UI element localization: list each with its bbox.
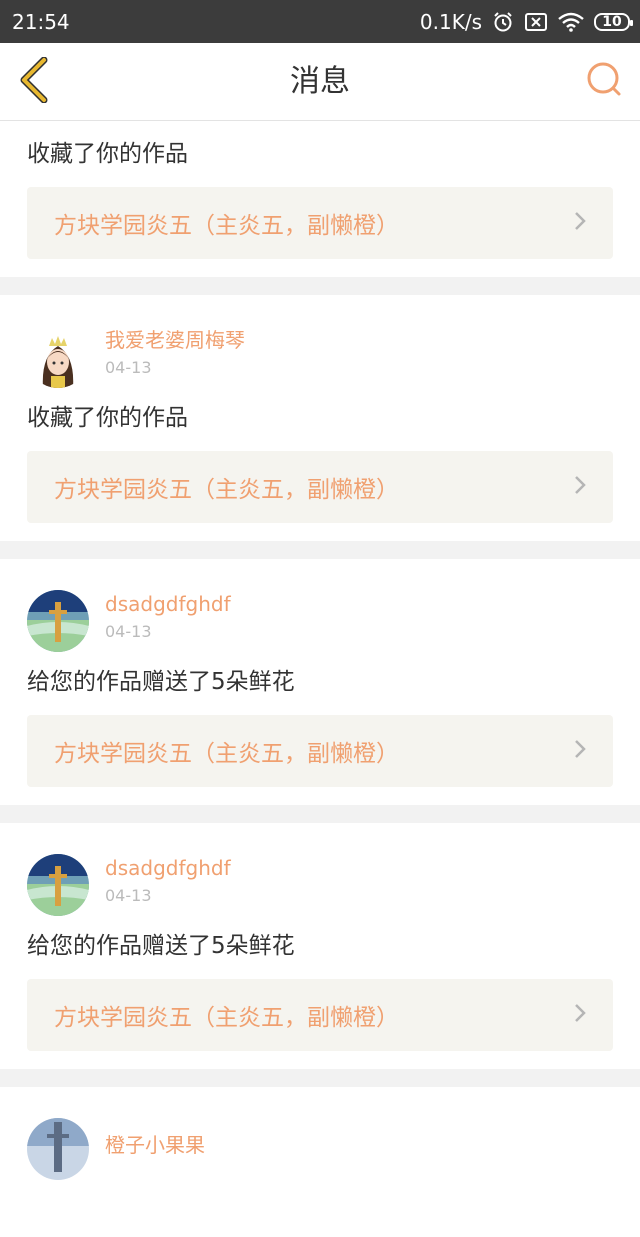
avatar[interactable]	[27, 854, 89, 916]
chevron-right-icon	[573, 474, 587, 500]
network-speed: 0.1K/s	[419, 9, 482, 34]
message-date: 04-13	[105, 886, 152, 905]
wifi-icon	[558, 12, 584, 32]
work-title: 方块学园炎五（主炎五，副懒橙）	[54, 477, 399, 503]
work-title: 方块学园炎五（主炎五，副懒橙）	[54, 213, 399, 239]
status-bar: 21:54 0.1K/s 10	[0, 0, 640, 43]
user-row[interactable]: dsadgdfghdf 04-13	[27, 559, 613, 652]
message-card: 收藏了你的作品 方块学园炎五（主炎五，副懒橙）	[0, 121, 640, 277]
work-link[interactable]: 方块学园炎五（主炎五，副懒橙）	[27, 451, 613, 523]
message-card: 橙子小果果	[0, 1087, 640, 1237]
message-action: 收藏了你的作品	[27, 405, 188, 431]
status-time: 21:54	[12, 9, 70, 34]
work-link[interactable]: 方块学园炎五（主炎五，副懒橙）	[27, 715, 613, 787]
username[interactable]: 橙子小果果	[105, 1132, 205, 1158]
message-list: 收藏了你的作品 方块学园炎五（主炎五，副懒橙） 我爱老婆周梅琴 04-13 收藏…	[0, 121, 640, 1237]
work-link[interactable]: 方块学园炎五（主炎五，副懒橙）	[27, 187, 613, 259]
search-button[interactable]	[584, 61, 626, 103]
message-action: 收藏了你的作品	[27, 141, 188, 167]
message-action: 给您的作品赠送了5朵鲜花	[27, 669, 295, 695]
work-title: 方块学园炎五（主炎五，副懒橙）	[54, 1005, 399, 1031]
username[interactable]: dsadgdfghdf	[105, 591, 231, 617]
user-row[interactable]: dsadgdfghdf 04-13	[27, 823, 613, 916]
battery-icon: 10	[594, 12, 633, 31]
username[interactable]: 我爱老婆周梅琴	[105, 327, 245, 353]
chevron-right-icon	[573, 738, 587, 764]
work-title: 方块学园炎五（主炎五，副懒橙）	[54, 741, 399, 767]
message-action: 给您的作品赠送了5朵鲜花	[27, 933, 295, 959]
message-date: 04-13	[105, 622, 152, 641]
user-row[interactable]: 我爱老婆周梅琴 04-13	[27, 295, 613, 388]
chevron-right-icon	[573, 210, 587, 236]
search-icon	[586, 61, 624, 103]
sim-off-icon	[524, 12, 548, 32]
avatar[interactable]	[27, 590, 89, 652]
message-card: dsadgdfghdf 04-13 给您的作品赠送了5朵鲜花 方块学园炎五（主炎…	[0, 823, 640, 1069]
alarm-icon	[492, 11, 514, 33]
message-card: dsadgdfghdf 04-13 给您的作品赠送了5朵鲜花 方块学园炎五（主炎…	[0, 559, 640, 805]
user-row[interactable]: 橙子小果果	[27, 1087, 613, 1180]
page-title: 消息	[290, 64, 350, 99]
message-card: 我爱老婆周梅琴 04-13 收藏了你的作品 方块学园炎五（主炎五，副懒橙）	[0, 295, 640, 541]
status-icons: 0.1K/s 10	[419, 9, 633, 34]
app-header: 消息	[0, 43, 640, 121]
avatar[interactable]	[27, 326, 89, 388]
message-date: 04-13	[105, 358, 152, 377]
username[interactable]: dsadgdfghdf	[105, 855, 231, 881]
chevron-right-icon	[573, 1002, 587, 1028]
work-link[interactable]: 方块学园炎五（主炎五，副懒橙）	[27, 979, 613, 1051]
avatar[interactable]	[27, 1118, 89, 1180]
